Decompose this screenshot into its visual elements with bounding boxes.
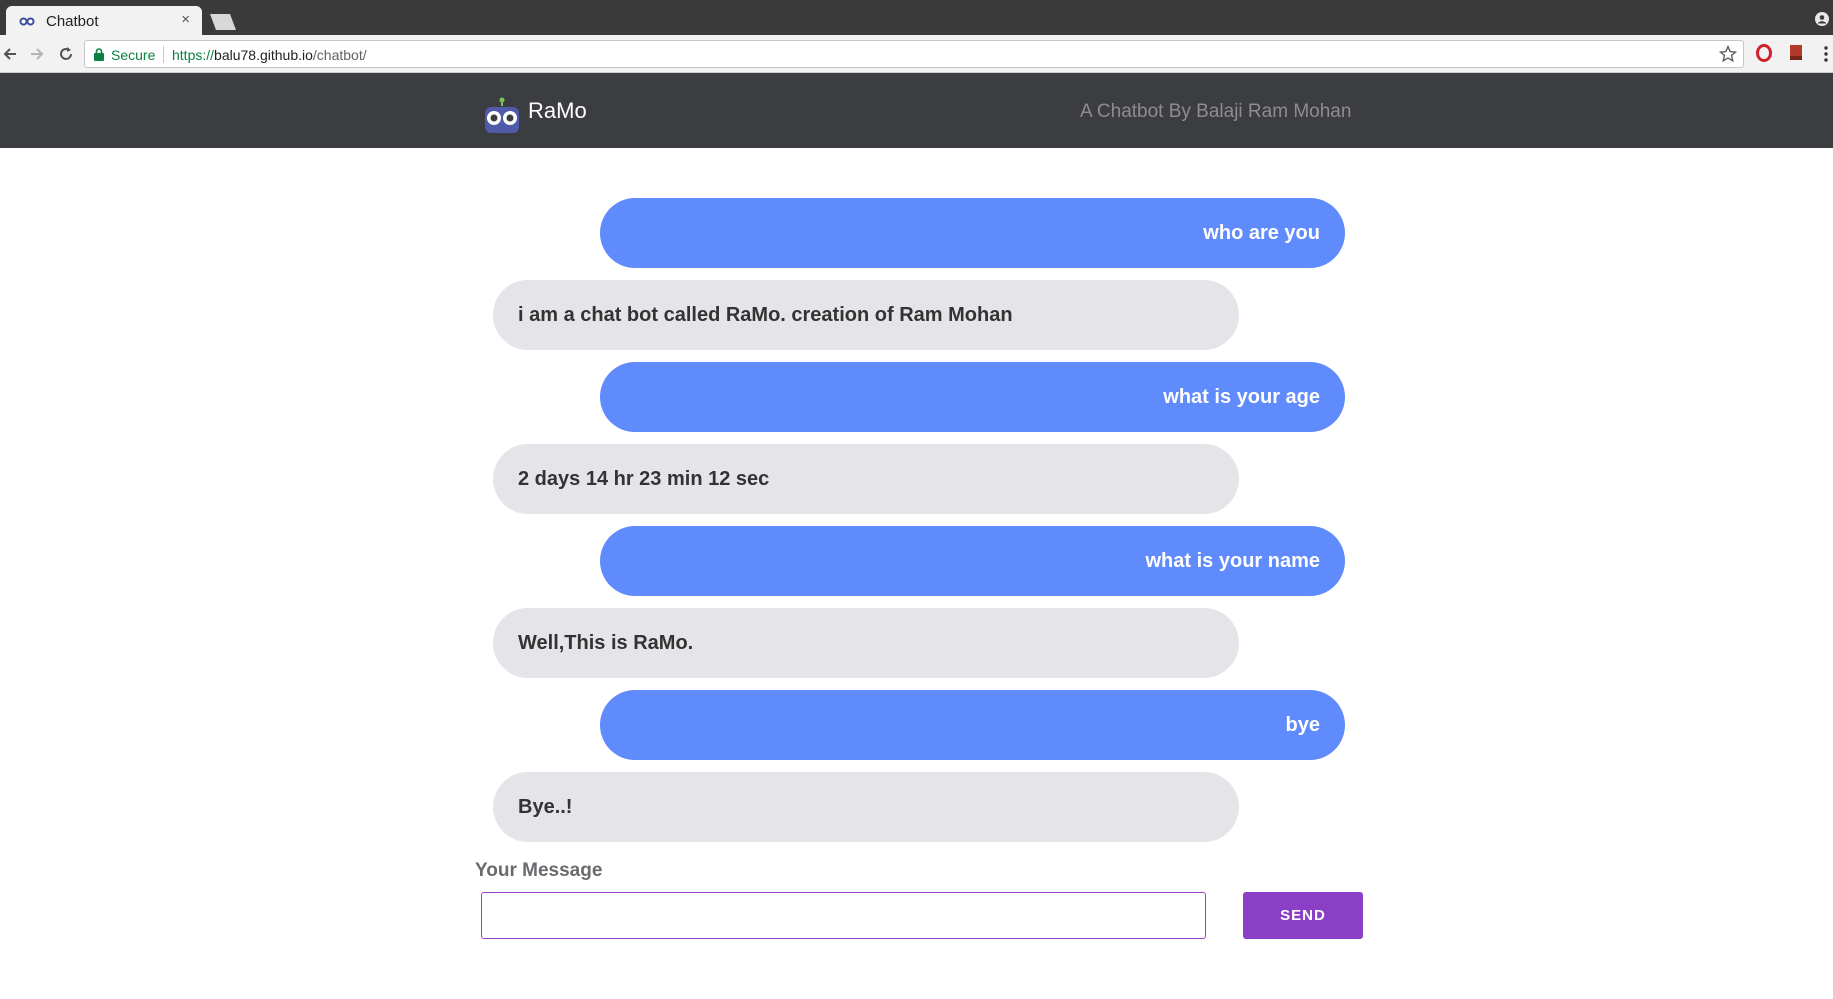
url-scheme: https:// <box>172 47 215 63</box>
reload-icon[interactable] <box>56 44 76 64</box>
header-tagline: A Chatbot By Balaji Ram Mohan <box>1080 101 1352 122</box>
browser-toolbar: Secure https://balu78.github.io/chatbot/ <box>0 35 1833 73</box>
chat-log: who are you i am a chat bot called RaMo.… <box>0 148 1833 848</box>
chat-message-bot: Well,This is RaMo. <box>493 608 1239 678</box>
chat-message-user: what is your name <box>600 526 1345 596</box>
bookmark-ext-icon[interactable] <box>1787 44 1805 62</box>
new-tab-icon[interactable] <box>208 14 238 30</box>
app-header: RaMo A Chatbot By Balaji Ram Mohan <box>0 73 1833 148</box>
star-icon[interactable] <box>1719 45 1737 63</box>
chat-message-user: what is your age <box>600 362 1345 432</box>
menu-icon[interactable] <box>1823 45 1829 63</box>
tab-title: Chatbot <box>46 13 99 30</box>
secure-label: Secure <box>111 47 156 63</box>
send-button[interactable]: SEND <box>1243 892 1363 939</box>
chat-message-user: who are you <box>600 198 1345 268</box>
tab-chatbot[interactable]: Chatbot × <box>6 6 202 35</box>
omnibox-divider <box>163 46 164 63</box>
browser-tabstrip: Chatbot × <box>0 0 1833 35</box>
chat-message-bot: i am a chat bot called RaMo. creation of… <box>493 280 1239 350</box>
url-path: /chatbot/ <box>312 47 367 63</box>
chat-message-bot: 2 days 14 hr 23 min 12 sec <box>493 444 1239 514</box>
chat-message-bot: Bye..! <box>493 772 1239 842</box>
forward-icon[interactable] <box>27 44 47 64</box>
profile-icon[interactable] <box>1815 12 1829 26</box>
robot-logo-icon <box>485 97 519 133</box>
url-text: https://balu78.github.io/chatbot/ <box>172 47 367 63</box>
message-input[interactable] <box>481 892 1206 939</box>
back-icon[interactable] <box>0 44 20 64</box>
opera-icon[interactable] <box>1755 44 1773 62</box>
brand-name: RaMo <box>528 98 587 123</box>
robot-favicon-icon <box>19 17 35 26</box>
url-host: balu78.github.io <box>214 47 313 63</box>
message-label: Your Message <box>475 860 603 881</box>
lock-icon <box>94 48 104 61</box>
tab-close-icon[interactable]: × <box>181 12 190 27</box>
address-bar[interactable]: Secure https://balu78.github.io/chatbot/ <box>84 40 1744 68</box>
chat-message-user: bye <box>600 690 1345 760</box>
